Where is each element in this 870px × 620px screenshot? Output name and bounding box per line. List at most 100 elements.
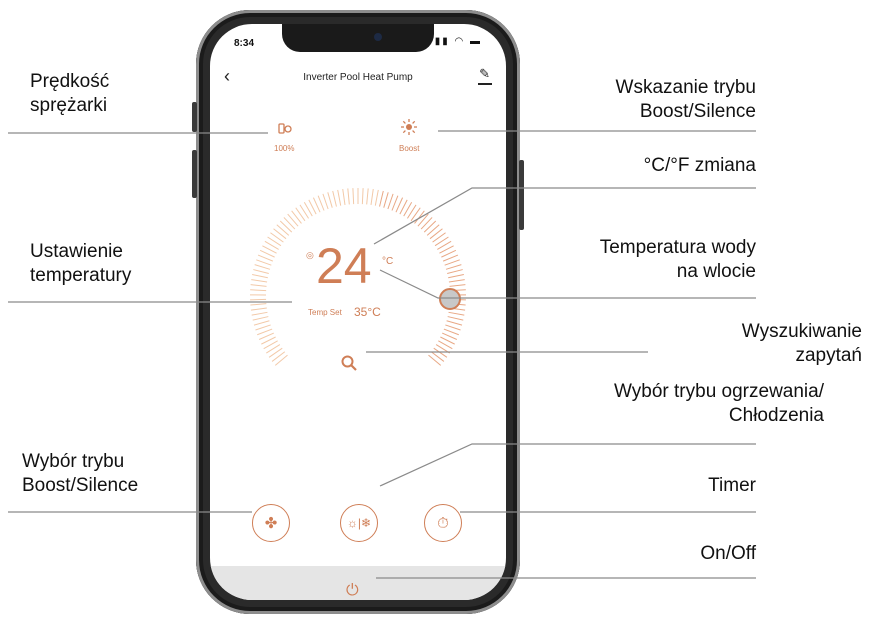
dial-tick bbox=[252, 274, 268, 279]
callout-heat-cool-mode: Wybór trybu ogrzewania/ Chłodzenia bbox=[614, 380, 824, 428]
temperature-dial[interactable] bbox=[246, 184, 470, 408]
fan-icon: ✤ bbox=[264, 515, 278, 532]
callout-text: °C/°F zmiana bbox=[643, 155, 756, 176]
dial-tick bbox=[256, 259, 272, 266]
dial-tick bbox=[428, 354, 442, 366]
callout-query-search: Wyszukiwanie zapytań bbox=[742, 320, 862, 368]
dial-tick bbox=[252, 316, 269, 321]
dial-tick bbox=[317, 195, 325, 211]
dial-tick bbox=[374, 189, 379, 206]
sun-snowflake-icon: ☼|❄ bbox=[346, 516, 372, 530]
dial-tick bbox=[448, 311, 465, 316]
dial-tick bbox=[283, 217, 296, 230]
dial-tick bbox=[250, 289, 267, 292]
power-icon[interactable]: ⏻ bbox=[346, 582, 359, 600]
notch bbox=[282, 24, 434, 52]
callout-boost-silence-select: Wybór trybu Boost/Silence bbox=[22, 450, 138, 498]
dial-tick bbox=[429, 228, 443, 240]
edit-underline bbox=[478, 83, 492, 85]
dial-tick bbox=[279, 220, 293, 233]
dial-tick bbox=[253, 320, 270, 326]
callout-text: On/Off bbox=[700, 543, 756, 564]
fan-mode-button[interactable]: ✤ bbox=[252, 504, 290, 542]
callout-text: Chłodzenia bbox=[728, 405, 824, 426]
dial-tick bbox=[361, 188, 364, 205]
callout-text: zapytań bbox=[795, 345, 862, 366]
phone-frame: 8:34 ▮▮ ◠ ▬ ‹ Inverter Pool Heat Pump ✎ … bbox=[192, 10, 524, 614]
dial-tick bbox=[273, 228, 287, 240]
callout-unit-change: °C/°F zmiana bbox=[644, 154, 756, 178]
dial-tick bbox=[445, 324, 461, 331]
dial-tick bbox=[445, 264, 462, 270]
dial-tick bbox=[387, 193, 394, 210]
unit-toggle[interactable]: °C bbox=[382, 256, 393, 267]
callout-boost-silence-indicator: Wskazanie trybu Boost/Silence bbox=[616, 76, 756, 124]
search-icon-svg bbox=[341, 355, 357, 371]
dial-tick bbox=[342, 189, 346, 205]
compressor-icon-svg bbox=[278, 123, 292, 134]
callout-text: Prędkość bbox=[30, 71, 110, 92]
dial-tick bbox=[379, 190, 384, 207]
dial-tick bbox=[276, 224, 290, 236]
dial-tick bbox=[366, 188, 369, 205]
dial-tick bbox=[383, 192, 389, 208]
stopwatch-icon: ⏱ bbox=[437, 514, 449, 532]
phone-screen: 8:34 ▮▮ ◠ ▬ ‹ Inverter Pool Heat Pump ✎ … bbox=[210, 24, 506, 600]
dial-tick bbox=[430, 351, 445, 362]
callout-text: Boost/Silence bbox=[639, 101, 756, 122]
compressor-icon bbox=[276, 120, 294, 143]
side-button bbox=[192, 150, 197, 198]
side-button bbox=[519, 160, 524, 230]
camera bbox=[374, 33, 382, 41]
dial-tick bbox=[414, 210, 425, 224]
dial-tick bbox=[352, 188, 355, 205]
dial-tick bbox=[255, 324, 271, 331]
temp-set-value: 35°C bbox=[354, 305, 381, 319]
dial-tick bbox=[420, 217, 433, 230]
dial-tick bbox=[442, 254, 459, 262]
search-icon[interactable] bbox=[340, 354, 358, 377]
page-title: Inverter Pool Heat Pump bbox=[303, 72, 413, 83]
callout-inlet-water-temp: Temperatura wody na wlocie bbox=[600, 236, 756, 284]
callout-text: temperatury bbox=[30, 265, 132, 286]
dial-knob[interactable] bbox=[439, 288, 461, 310]
dial-tick bbox=[426, 224, 440, 236]
dial-tick bbox=[370, 189, 374, 205]
temperature-reading: 24 bbox=[316, 238, 372, 294]
edit-icon[interactable]: ✎ bbox=[479, 66, 490, 82]
dial-tick bbox=[391, 195, 399, 211]
dial-tick bbox=[271, 351, 286, 362]
callout-text: Wybór trybu ogrzewania/ bbox=[614, 381, 824, 402]
callout-text: Wskazanie trybu bbox=[615, 77, 756, 98]
dial-tick bbox=[417, 213, 429, 227]
dial-tick bbox=[250, 284, 267, 287]
inlet-indicator-icon: ◎ bbox=[306, 250, 314, 260]
boost-label: Boost bbox=[399, 144, 420, 153]
callout-text: Wybór trybu bbox=[22, 451, 125, 472]
dial-tick bbox=[448, 274, 464, 279]
dial-tick bbox=[447, 316, 464, 321]
callout-text: sprężarki bbox=[30, 95, 108, 116]
status-icons: ▮▮ ◠ ▬ bbox=[434, 36, 482, 47]
dial-tick bbox=[251, 279, 268, 283]
status-time: 8:34 bbox=[234, 38, 255, 49]
dial-tick bbox=[332, 190, 337, 207]
callout-text: Temperatura wody bbox=[599, 237, 756, 258]
callout-temperature-setting: Ustawienie temperatury bbox=[30, 240, 131, 288]
side-button bbox=[192, 102, 197, 132]
dial-tick bbox=[250, 298, 267, 301]
dial-tick bbox=[251, 311, 268, 316]
callout-text: Wyszukiwanie bbox=[741, 321, 862, 342]
dial-tick bbox=[444, 259, 460, 266]
callout-text: Ustawienie bbox=[30, 241, 123, 262]
timer-button[interactable]: ⏱ bbox=[424, 504, 462, 542]
callout-text: Timer bbox=[708, 475, 756, 496]
dial-tick bbox=[287, 213, 299, 227]
dial-tick bbox=[250, 307, 267, 311]
dial-tick bbox=[270, 232, 284, 243]
compressor-speed-value: 100% bbox=[274, 144, 295, 153]
heat-cool-mode-button[interactable]: ☼|❄ bbox=[340, 504, 378, 542]
dial-tick bbox=[443, 328, 459, 336]
callout-text: na wlocie bbox=[676, 261, 756, 282]
dial-tick bbox=[447, 269, 463, 274]
